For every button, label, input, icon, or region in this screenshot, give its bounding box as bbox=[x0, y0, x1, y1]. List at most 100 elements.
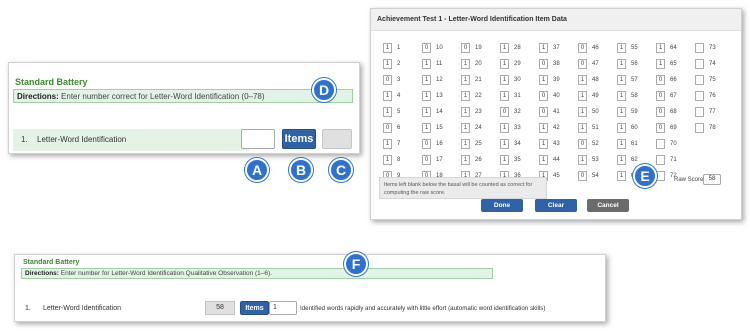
item-response-input[interactable]: 1 bbox=[383, 155, 392, 165]
item-response-input[interactable]: 1 bbox=[539, 155, 548, 165]
item-response-input[interactable]: 1 bbox=[422, 123, 431, 133]
item-cell: 73 bbox=[695, 43, 735, 55]
item-response-input[interactable]: 1 bbox=[461, 91, 470, 101]
item-cell: 1 43 bbox=[539, 139, 579, 151]
cancel-button[interactable]: Cancel bbox=[587, 199, 629, 212]
item-response-input[interactable]: 0 bbox=[656, 75, 665, 85]
item-response-input[interactable]: 1 bbox=[578, 107, 587, 117]
item-response-input[interactable]: 1 bbox=[422, 59, 431, 69]
item-response-input[interactable]: 1 bbox=[461, 139, 470, 149]
item-response-input[interactable]: 0 bbox=[578, 171, 587, 181]
item-response-input[interactable]: 1 bbox=[617, 43, 626, 53]
item-number-label: 51 bbox=[592, 125, 599, 131]
item-response-input[interactable] bbox=[656, 171, 665, 181]
item-response-input[interactable]: 0 bbox=[383, 123, 392, 133]
item-response-input[interactable]: 1 bbox=[539, 123, 548, 133]
item-cell: 1 15 bbox=[422, 123, 462, 135]
item-response-input[interactable]: 0 bbox=[578, 59, 587, 69]
item-cell: 0 40 bbox=[539, 91, 579, 103]
item-response-input[interactable]: 1 bbox=[461, 107, 470, 117]
item-response-input[interactable]: 1 bbox=[422, 91, 431, 101]
item-number-label: 41 bbox=[553, 109, 560, 115]
item-response-input[interactable]: 1 bbox=[617, 59, 626, 69]
item-number-label: 5 bbox=[397, 109, 401, 115]
item-response-input[interactable]: 0 bbox=[539, 59, 548, 69]
item-response-input[interactable]: 1 bbox=[617, 75, 626, 85]
item-response-input[interactable] bbox=[656, 139, 665, 149]
item-response-input[interactable]: 1 bbox=[617, 171, 626, 181]
item-response-input[interactable]: 1 bbox=[539, 43, 548, 53]
item-response-input[interactable]: 1 bbox=[500, 155, 509, 165]
item-response-input[interactable] bbox=[695, 123, 704, 133]
item-number-label: 29 bbox=[514, 61, 521, 67]
item-response-input[interactable]: 1 bbox=[656, 59, 665, 69]
item-cell: 0 69 bbox=[656, 123, 696, 135]
item-response-input[interactable]: 1 bbox=[461, 75, 470, 85]
item-response-input[interactable]: 1 bbox=[578, 123, 587, 133]
item-response-input[interactable]: 1 bbox=[383, 91, 392, 101]
item-response-input[interactable]: 0 bbox=[422, 43, 431, 53]
item-response-input[interactable]: 1 bbox=[500, 123, 509, 133]
item-response-input[interactable]: 1 bbox=[422, 75, 431, 85]
item-response-input[interactable]: 1 bbox=[539, 139, 548, 149]
number-correct-input[interactable] bbox=[241, 129, 275, 149]
item-cell: 71 bbox=[656, 155, 696, 167]
item-response-input[interactable]: 0 bbox=[656, 107, 665, 117]
item-response-input[interactable]: 1 bbox=[539, 75, 548, 85]
item-response-input[interactable]: 0 bbox=[578, 139, 587, 149]
qualitative-input[interactable]: 1 bbox=[269, 301, 297, 315]
item-response-input[interactable]: 1 bbox=[578, 75, 587, 85]
clear-button[interactable]: Clear bbox=[535, 199, 577, 212]
qualitative-panel: Standard Battery Directions: Enter numbe… bbox=[14, 254, 606, 322]
done-button[interactable]: Done bbox=[481, 199, 523, 212]
item-response-input[interactable]: 1 bbox=[500, 139, 509, 149]
item-response-input[interactable]: 1 bbox=[383, 59, 392, 69]
item-response-input[interactable]: 1 bbox=[617, 139, 626, 149]
item-response-input[interactable]: 0 bbox=[422, 155, 431, 165]
item-response-input[interactable] bbox=[695, 91, 704, 101]
item-response-input[interactable]: 1 bbox=[461, 59, 470, 69]
item-response-input[interactable]: 1 bbox=[500, 59, 509, 69]
item-response-input[interactable]: 1 bbox=[617, 107, 626, 117]
item-cell: 1 57 bbox=[617, 75, 657, 87]
item-response-input[interactable]: 0 bbox=[500, 107, 509, 117]
item-response-input[interactable]: 0 bbox=[578, 43, 587, 53]
item-response-input[interactable]: 1 bbox=[383, 43, 392, 53]
item-response-input[interactable]: 1 bbox=[500, 91, 509, 101]
item-response-input[interactable] bbox=[695, 107, 704, 117]
callout-d: D bbox=[312, 78, 336, 102]
item-response-input[interactable]: 0 bbox=[461, 43, 470, 53]
item-response-input[interactable] bbox=[656, 155, 665, 165]
item-response-input[interactable]: 1 bbox=[461, 123, 470, 133]
item-response-input[interactable]: 1 bbox=[656, 43, 665, 53]
item-response-input[interactable]: 1 bbox=[383, 107, 392, 117]
item-response-input[interactable]: 1 bbox=[617, 91, 626, 101]
items-button[interactable]: Items bbox=[282, 129, 316, 149]
item-number-label: 43 bbox=[553, 141, 560, 147]
item-response-input[interactable]: 1 bbox=[383, 139, 392, 149]
item-response-input[interactable]: 1 bbox=[617, 155, 626, 165]
item-response-input[interactable]: 1 bbox=[578, 91, 587, 101]
item-response-input[interactable]: 1 bbox=[422, 107, 431, 117]
item-response-input[interactable]: 1 bbox=[617, 123, 626, 133]
item-response-input[interactable]: 0 bbox=[539, 91, 548, 101]
item-cell: 76 bbox=[695, 91, 735, 103]
item-response-input[interactable] bbox=[695, 75, 704, 85]
item-response-input[interactable]: 0 bbox=[656, 91, 665, 101]
item-response-input[interactable] bbox=[695, 59, 704, 69]
directions-text: Enter number correct for Letter-Word Ide… bbox=[61, 92, 265, 101]
item-response-input[interactable] bbox=[695, 43, 704, 53]
item-number-label: 67 bbox=[670, 93, 677, 99]
item-cell: 1 59 bbox=[617, 107, 657, 119]
items-button-bottom[interactable]: Items bbox=[240, 301, 269, 315]
item-response-input[interactable]: 0 bbox=[383, 75, 392, 85]
item-response-input[interactable]: 1 bbox=[461, 155, 470, 165]
item-response-input[interactable]: 0 bbox=[539, 107, 548, 117]
raw-score-field bbox=[322, 129, 352, 149]
item-number-label: 69 bbox=[670, 125, 677, 131]
item-response-input[interactable]: 0 bbox=[656, 123, 665, 133]
item-response-input[interactable]: 0 bbox=[422, 139, 431, 149]
item-response-input[interactable]: 1 bbox=[578, 155, 587, 165]
item-response-input[interactable]: 1 bbox=[500, 43, 509, 53]
item-response-input[interactable]: 1 bbox=[500, 75, 509, 85]
